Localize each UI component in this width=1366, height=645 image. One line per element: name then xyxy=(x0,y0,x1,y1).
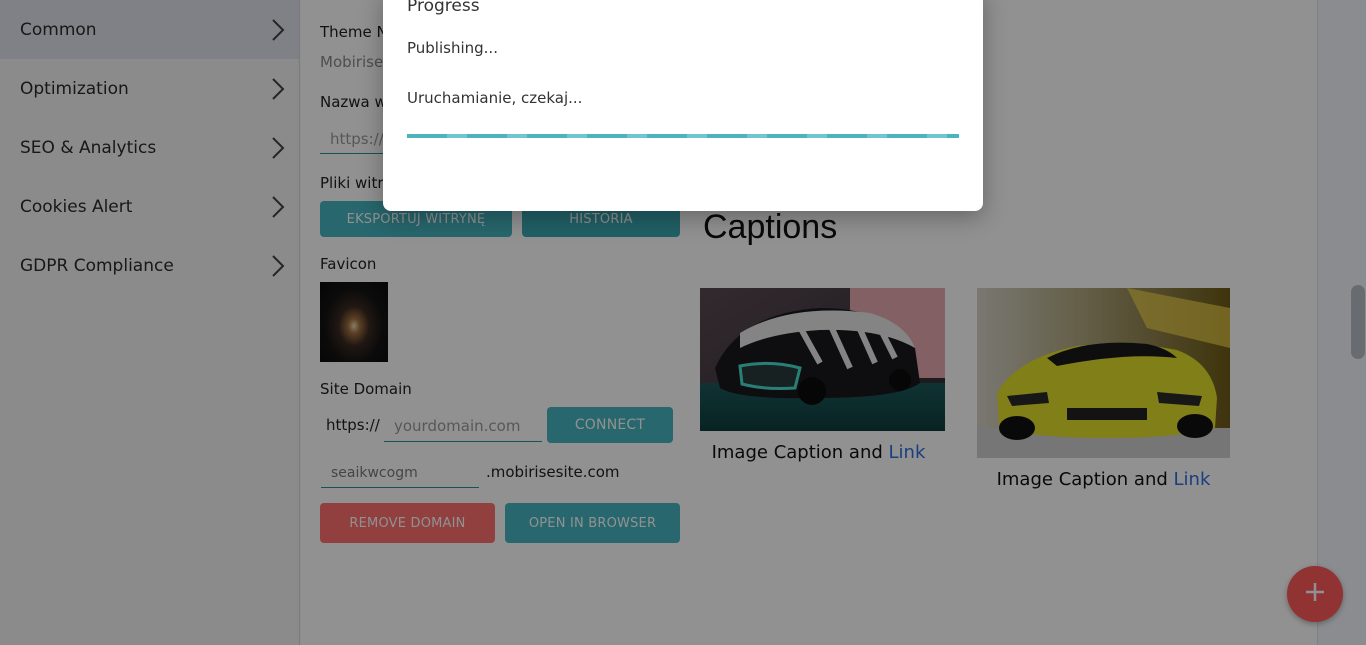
progress-dialog: Progress Publishing... Uruchamianie, cze… xyxy=(383,0,983,211)
dialog-status: Publishing... xyxy=(407,39,498,57)
dialog-title: Progress xyxy=(407,0,480,16)
dialog-message: Uruchamianie, czekaj... xyxy=(407,89,583,107)
progress-bar-fill xyxy=(407,134,959,138)
progress-bar xyxy=(407,134,959,138)
